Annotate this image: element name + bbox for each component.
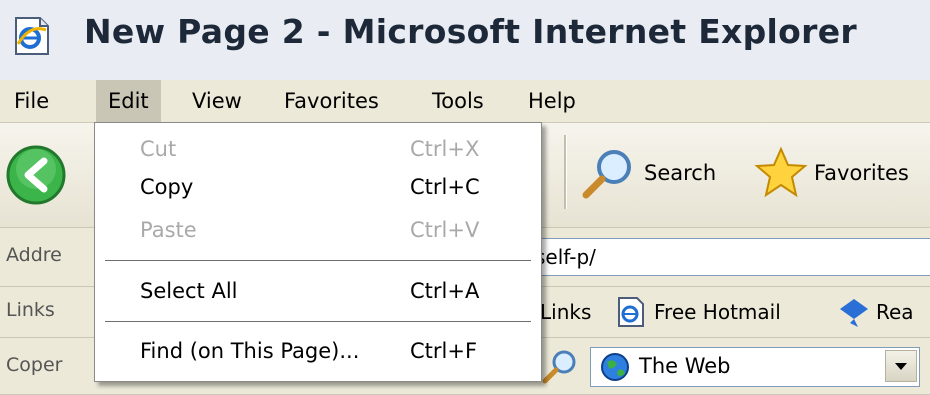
free-hotmail-label: Free Hotmail bbox=[654, 300, 781, 324]
favorites-label: Favorites bbox=[814, 161, 909, 185]
menu-help[interactable]: Help bbox=[516, 80, 588, 122]
links-link[interactable]: Links bbox=[540, 287, 591, 337]
search-icon[interactable] bbox=[540, 348, 580, 384]
menu-item-paste[interactable]: Paste Ctrl+V bbox=[95, 214, 541, 250]
menu-item-copy[interactable]: Copy Ctrl+C bbox=[95, 171, 541, 207]
title-bar: New Page 2 - Microsoft Internet Explorer bbox=[0, 0, 930, 81]
menu-item-shortcut: Ctrl+C bbox=[410, 175, 480, 199]
menu-separator bbox=[105, 321, 531, 322]
menu-item-shortcut: Ctrl+X bbox=[410, 137, 480, 161]
address-label: Addre bbox=[6, 244, 62, 266]
search-icon bbox=[582, 150, 631, 199]
menu-tools[interactable]: Tools bbox=[420, 80, 496, 122]
menu-item-shortcut: Ctrl+V bbox=[410, 218, 480, 242]
menu-item-label: Cut bbox=[140, 137, 177, 161]
links-label: Links bbox=[6, 299, 55, 321]
menu-file[interactable]: File bbox=[2, 80, 61, 122]
menu-item-label: Paste bbox=[140, 218, 197, 242]
edit-menu-dropdown: Cut Ctrl+X Copy Ctrl+C Paste Ctrl+V Sele… bbox=[94, 122, 542, 382]
menu-item-cut[interactable]: Cut Ctrl+X bbox=[95, 133, 541, 169]
menu-item-find[interactable]: Find (on This Page)... Ctrl+F bbox=[95, 335, 541, 371]
search-scope-select[interactable]: The Web bbox=[590, 347, 920, 387]
menu-edit[interactable]: Edit bbox=[96, 80, 161, 122]
menu-favorites[interactable]: Favorites bbox=[272, 80, 391, 122]
toolbar-separator bbox=[564, 135, 566, 209]
address-value: self-p/ bbox=[535, 245, 596, 269]
search-label: Search bbox=[644, 161, 717, 185]
real-link[interactable]: Rea bbox=[836, 287, 914, 337]
menu-item-label: Select All bbox=[140, 279, 238, 303]
favorites-button[interactable]: Favorites bbox=[752, 145, 909, 201]
menu-item-shortcut: Ctrl+A bbox=[410, 279, 480, 303]
search-button[interactable]: Search bbox=[578, 145, 716, 201]
menu-item-label: Find (on This Page)... bbox=[140, 339, 360, 363]
star-icon bbox=[754, 146, 808, 198]
chevron-down-icon[interactable] bbox=[885, 350, 917, 382]
menu-item-select-all[interactable]: Select All Ctrl+A bbox=[95, 275, 541, 311]
back-arrow-icon[interactable] bbox=[0, 135, 80, 215]
ie-page-icon bbox=[618, 297, 644, 327]
menu-separator bbox=[105, 260, 531, 261]
menu-item-label: Copy bbox=[140, 175, 194, 199]
window-title: New Page 2 - Microsoft Internet Explorer bbox=[84, 12, 857, 51]
ie-page-icon bbox=[15, 17, 49, 55]
search-scope-value: The Web bbox=[639, 354, 731, 378]
free-hotmail-link[interactable]: Free Hotmail bbox=[614, 287, 781, 337]
globe-icon bbox=[601, 353, 629, 381]
real-link-label: Rea bbox=[876, 300, 914, 324]
menu-view[interactable]: View bbox=[180, 80, 254, 122]
menu-item-shortcut: Ctrl+F bbox=[410, 339, 478, 363]
search-toolbar-label: Coper bbox=[6, 354, 63, 376]
address-field[interactable]: self-p/ bbox=[520, 238, 930, 276]
menu-bar: File Edit View Favorites Tools Help bbox=[0, 80, 930, 123]
messenger-icon bbox=[840, 299, 868, 327]
